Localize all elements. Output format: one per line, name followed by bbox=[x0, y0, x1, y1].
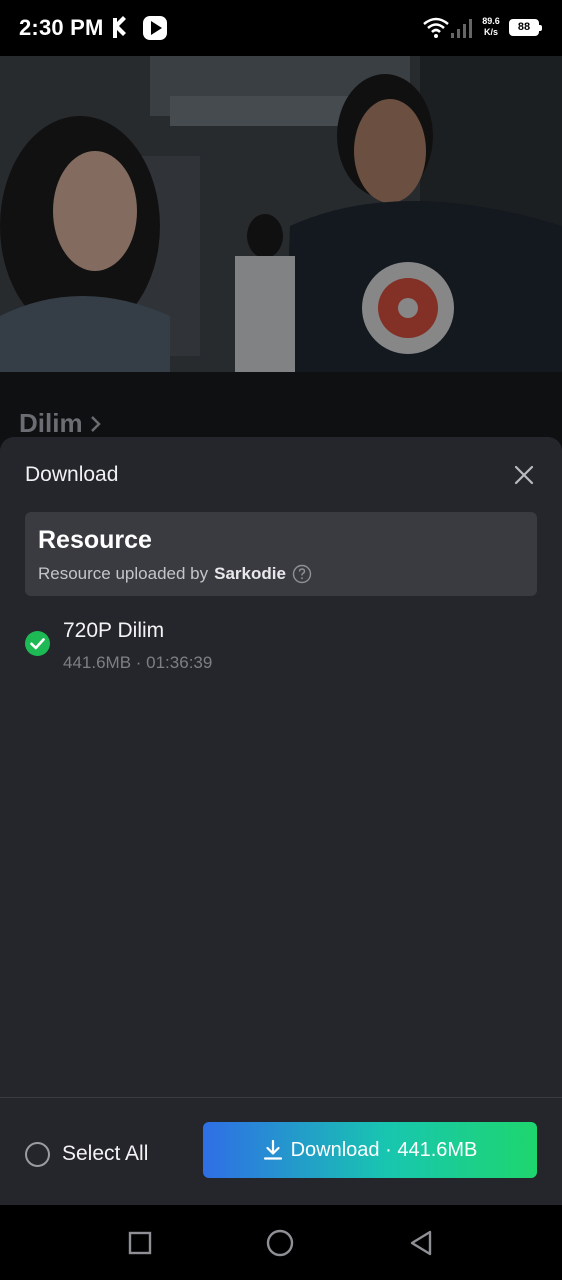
sheet-title: Download bbox=[25, 463, 119, 486]
download-button[interactable]: Download · 441.6MB bbox=[203, 1122, 537, 1178]
uploader-name[interactable]: Sarkodie bbox=[214, 564, 286, 584]
back-icon[interactable] bbox=[408, 1229, 434, 1257]
download-icon bbox=[263, 1139, 282, 1160]
wifi-icon bbox=[423, 17, 449, 38]
home-icon[interactable] bbox=[266, 1229, 294, 1257]
system-nav-bar bbox=[0, 1205, 562, 1280]
recent-apps-icon[interactable] bbox=[128, 1231, 152, 1255]
check-circle-icon[interactable] bbox=[25, 631, 50, 656]
resource-heading: Resource bbox=[38, 526, 152, 554]
uploaded-by-text: Resource uploaded by bbox=[38, 564, 209, 583]
network-speed-unit: K/s bbox=[483, 27, 498, 37]
app-notification-icon bbox=[113, 16, 126, 38]
movie-title-link[interactable]: Dilim bbox=[19, 408, 103, 439]
chevron-right-icon bbox=[90, 415, 101, 432]
video-dim-overlay bbox=[0, 56, 562, 372]
status-bar: 2:30 PM 89.6 K/s 88 bbox=[0, 0, 562, 56]
network-speed: 89.6 K/s bbox=[478, 16, 504, 38]
battery-indicator: 88 bbox=[509, 19, 542, 36]
download-button-label: Download · 441.6MB bbox=[290, 1138, 478, 1161]
select-all-label: Select All bbox=[62, 1142, 149, 1165]
footer-divider bbox=[0, 1097, 562, 1098]
status-time: 2:30 PM bbox=[19, 15, 104, 40]
select-all-radio[interactable] bbox=[25, 1141, 50, 1167]
close-icon[interactable] bbox=[510, 461, 538, 489]
select-all-toggle[interactable]: Select All bbox=[25, 1140, 148, 1168]
file-meta: 441.6MB · 01:36:39 bbox=[63, 653, 213, 672]
signal-icon bbox=[451, 19, 472, 38]
file-list-item[interactable]: 720P Dilim 441.6MB · 01:36:39 bbox=[25, 617, 537, 681]
network-speed-value: 89.6 bbox=[482, 16, 500, 26]
resource-uploader-line: Resource uploaded by Sarkodie bbox=[38, 564, 312, 584]
download-sheet: Download Resource Resource uploaded by S… bbox=[0, 437, 562, 1205]
resource-card: Resource Resource uploaded by Sarkodie bbox=[25, 512, 537, 596]
play-app-icon bbox=[143, 16, 167, 40]
movie-title: Dilim bbox=[19, 408, 83, 438]
file-name: 720P Dilim bbox=[63, 619, 165, 642]
video-player[interactable] bbox=[0, 56, 562, 372]
help-circle-icon[interactable] bbox=[292, 564, 312, 584]
